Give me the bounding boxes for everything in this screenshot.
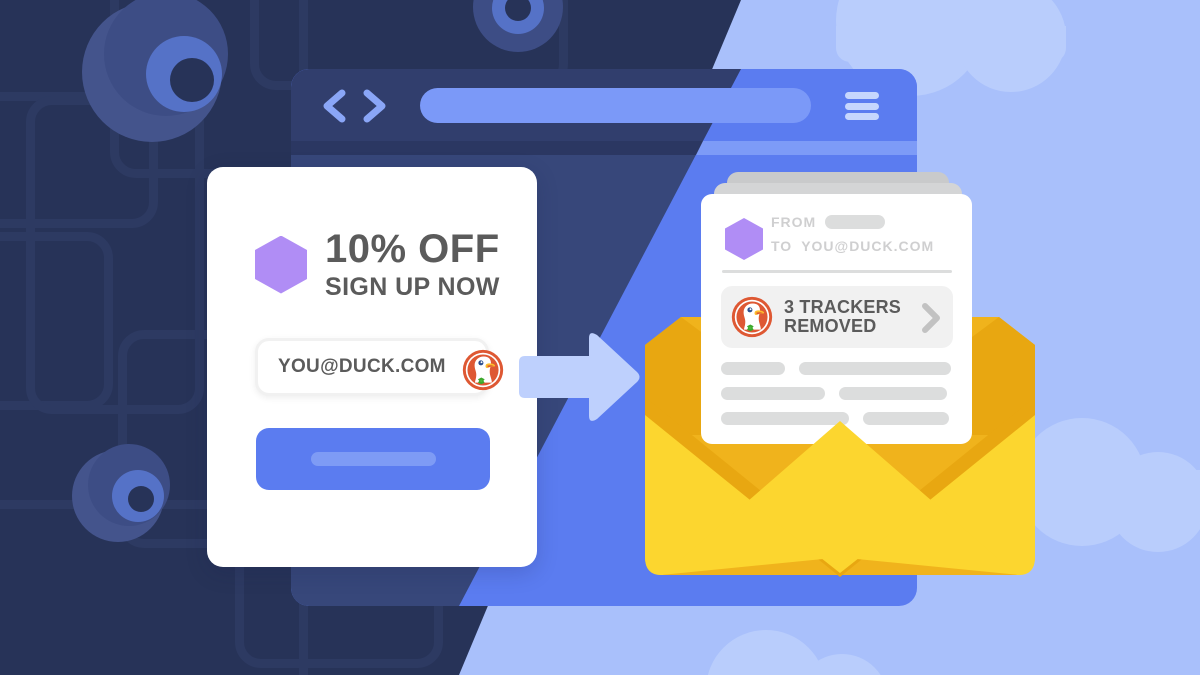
email-meta: FROM TO YOU@DUCK.COM — [771, 210, 934, 258]
promo-headline: 10% OFF — [325, 227, 500, 271]
purple-hexagon-icon — [255, 235, 307, 294]
email-input[interactable]: YOU@DUCK.COM — [255, 338, 504, 396]
browser-address-bar[interactable] — [420, 88, 811, 123]
signup-submit-button[interactable] — [256, 428, 490, 490]
email-to-label: TO — [771, 238, 793, 254]
illustration-scene: FROM TO YOU@DUCK.COM 3 TRACKERS REMOVED … — [0, 0, 1200, 675]
arrow-right-icon — [519, 333, 640, 421]
promo-header: 10% OFF SIGN UP NOW — [255, 229, 500, 300]
email-to-value: YOU@DUCK.COM — [801, 238, 935, 254]
email-from-value-redacted — [825, 215, 886, 229]
browser-nav-arrows[interactable] — [320, 88, 400, 124]
email-from-row: FROM — [771, 210, 934, 234]
email-to-row: TO YOU@DUCK.COM — [771, 234, 934, 258]
purple-hexagon-icon — [725, 218, 763, 260]
email-divider — [722, 270, 952, 273]
signup-submit-button-label — [310, 452, 436, 466]
duckduckgo-duck-icon[interactable] — [462, 349, 504, 391]
signup-card: 10% OFF SIGN UP NOW YOU@DUCK.COM — [207, 167, 537, 567]
promo-subhead: SIGN UP NOW — [325, 273, 500, 301]
chevron-left-icon — [323, 89, 346, 123]
envelope-front — [645, 397, 1035, 577]
chevron-right-icon — [363, 89, 386, 123]
hamburger-menu-icon[interactable] — [845, 92, 879, 120]
email-from-label: FROM — [771, 214, 817, 230]
email-input-value: YOU@DUCK.COM — [278, 356, 446, 377]
